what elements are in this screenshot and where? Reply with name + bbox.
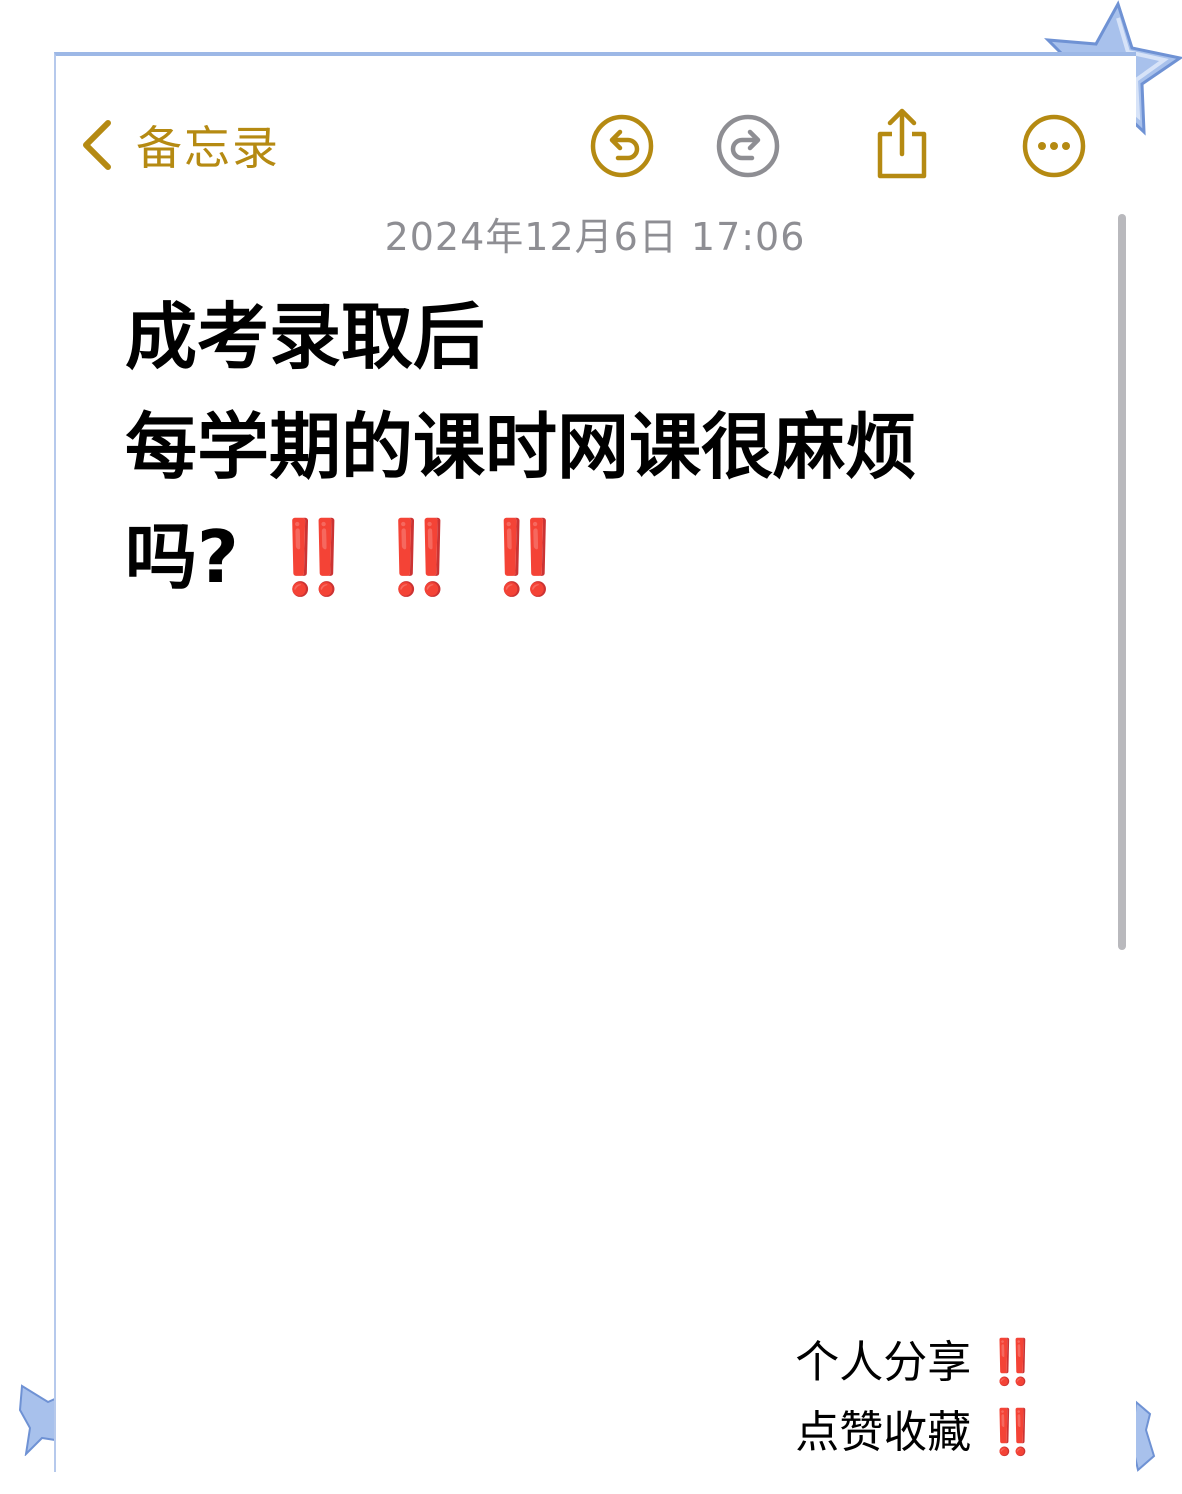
- footer-line-2-text: 点赞收藏: [795, 1407, 972, 1458]
- double-exclamation-icon: ‼️: [268, 515, 359, 599]
- title-line-3-text: 吗?: [125, 515, 239, 599]
- chevron-left-icon: [83, 120, 111, 170]
- share-icon[interactable]: [868, 106, 936, 182]
- scrollbar[interactable]: [1118, 214, 1126, 950]
- back-button[interactable]: 备忘录: [78, 112, 280, 178]
- double-exclamation-icon: ‼️: [480, 515, 570, 599]
- footer-line-1: 个人分享 ‼️: [795, 1328, 1040, 1398]
- note-body[interactable]: 成考录取后 每学期的课时网课很麻烦 吗? ‼️ ‼️ ‼️: [125, 282, 1085, 612]
- double-exclamation-icon: ‼️: [985, 1407, 1040, 1458]
- double-exclamation-icon: ‼️: [374, 515, 464, 599]
- more-icon[interactable]: [1020, 112, 1088, 180]
- title-line-1: 成考录取后: [125, 295, 486, 379]
- double-exclamation-icon: ‼️: [985, 1337, 1040, 1388]
- note-date: 2024年12月6日 17:06: [384, 215, 806, 259]
- undo-icon[interactable]: [588, 112, 656, 180]
- footer-line-2: 点赞收藏 ‼️: [795, 1398, 1040, 1468]
- back-label: 备忘录: [136, 121, 280, 175]
- footer-caption: 个人分享 ‼️ 点赞收藏 ‼️: [795, 1328, 1040, 1468]
- title-line-2: 每学期的课时网课很麻烦: [125, 405, 918, 489]
- note-frame: [54, 52, 1136, 1472]
- footer-line-1-text: 个人分享: [795, 1337, 972, 1388]
- redo-icon[interactable]: [714, 112, 782, 180]
- title-line-3: 吗? ‼️ ‼️ ‼️: [125, 502, 1085, 612]
